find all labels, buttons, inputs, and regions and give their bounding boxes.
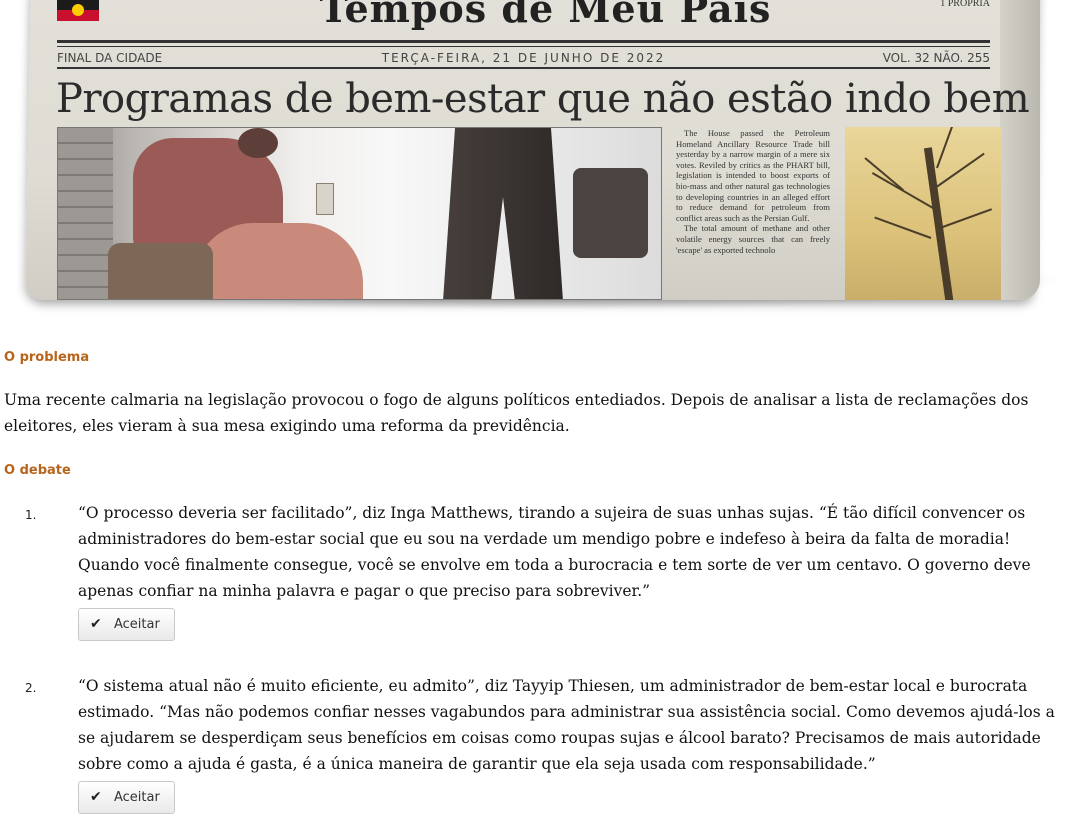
column-paragraph: The House passed the Petroleum Homeland … (676, 128, 830, 223)
option-quote: “O sistema atual não é muito eficiente, … (78, 677, 1055, 773)
check-icon: ✔ (90, 789, 102, 805)
newspaper-banner: Tempos de Meu País 1 PRÓPRIA FINAL DA CI… (0, 0, 1091, 330)
accept-button-label: Aceitar (114, 790, 160, 805)
tree-photo (845, 127, 1001, 300)
paper-curl (1000, 0, 1040, 300)
option-number: 1. (25, 508, 37, 522)
news-column: The House passed the Petroleum Homeland … (676, 128, 830, 298)
accept-button[interactable]: ✔ Aceitar (78, 608, 175, 641)
dateline: FINAL DA CIDADE TERÇA-FEIRA, 21 DE JUNHO… (57, 51, 990, 65)
masthead-corner-text: 1 PRÓPRIA (940, 0, 990, 9)
option-number: 2. (25, 681, 37, 695)
check-icon: ✔ (90, 616, 102, 632)
divider (57, 67, 990, 69)
accept-button[interactable]: ✔ Aceitar (78, 781, 175, 814)
debate-heading: O debate (4, 463, 71, 478)
volume-label: VOL. 32 NÃO. 255 (882, 51, 990, 65)
newspaper-masthead: Tempos de Meu País (319, 0, 772, 31)
option-quote: “O processo deveria ser facilitado”, diz… (78, 504, 1031, 600)
problem-heading: O problema (4, 350, 90, 365)
divider (57, 46, 990, 47)
column-paragraph: The total amount of methane and other vo… (676, 223, 830, 255)
news-photo (57, 127, 662, 300)
issue-date: TERÇA-FEIRA, 21 DE JUNHO DE 2022 (381, 51, 666, 65)
accept-button-label: Aceitar (114, 617, 160, 632)
newspaper-headline: Programas de bem-estar que não estão ind… (56, 76, 1030, 122)
divider (57, 40, 990, 43)
problem-description: Uma recente calmaria na legislação provo… (4, 391, 1029, 435)
